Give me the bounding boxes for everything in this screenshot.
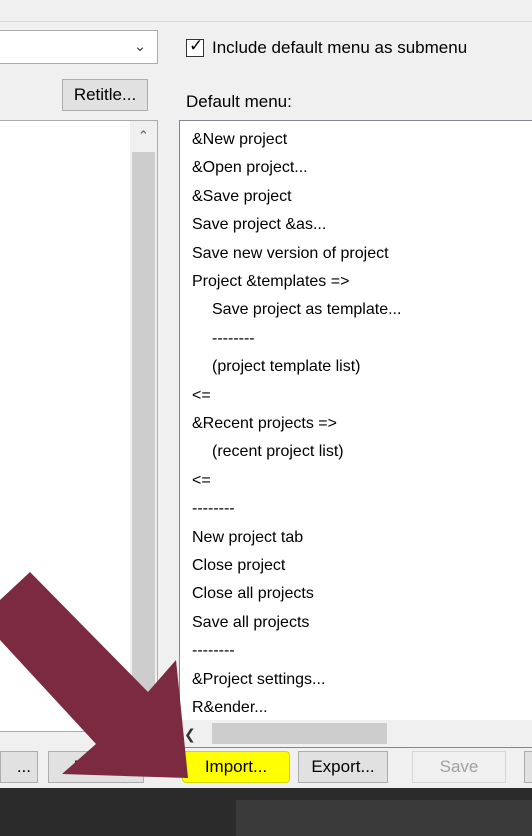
left-list-scroll-thumb[interactable] bbox=[132, 152, 155, 692]
default-menu-item[interactable]: &Save project bbox=[192, 187, 292, 207]
default-menu-item[interactable]: Save project &as... bbox=[192, 215, 326, 235]
scroll-down-arrow-icon[interactable]: ⌄ bbox=[130, 696, 157, 712]
retitle-button[interactable]: Retitle... bbox=[62, 79, 148, 111]
default-menu-item[interactable]: Close project bbox=[192, 556, 285, 576]
ellipsis-button[interactable]: ... bbox=[0, 751, 38, 783]
default-menu-item[interactable]: &Project settings... bbox=[192, 670, 325, 690]
default-menu-item[interactable]: Save all projects bbox=[192, 613, 309, 633]
default-menu-hscroll-thumb[interactable] bbox=[212, 723, 387, 744]
default-menu-item[interactable]: &New project bbox=[192, 130, 287, 150]
bottom-dark-strip-panel bbox=[236, 800, 532, 836]
default-menu-item[interactable]: &Open project... bbox=[192, 158, 308, 178]
default-menu-item[interactable]: &Recent projects => bbox=[192, 414, 337, 434]
import-button[interactable]: Import... bbox=[182, 751, 290, 783]
partial-button[interactable] bbox=[524, 751, 532, 783]
default-menu-item[interactable]: New project tab bbox=[192, 528, 303, 548]
default-menu-item[interactable]: -------- bbox=[212, 329, 255, 349]
default-menu-item[interactable]: Save new version of project bbox=[192, 244, 389, 264]
checkmark-icon: ✓ bbox=[189, 36, 204, 55]
default-menu-item[interactable]: -------- bbox=[192, 641, 235, 661]
default-menu-item[interactable]: (recent project list) bbox=[212, 442, 344, 462]
default-menu-item[interactable]: (project template list) bbox=[212, 357, 361, 377]
default-menu-item[interactable]: Close all projects bbox=[192, 584, 314, 604]
reset-button[interactable]: Reset bbox=[48, 751, 144, 783]
chevron-down-icon[interactable]: ⌄ bbox=[130, 38, 150, 56]
export-button[interactable]: Export... bbox=[298, 751, 388, 783]
default-menu-item[interactable]: R&ender... bbox=[192, 698, 268, 718]
include-default-menu-label: Include default menu as submenu bbox=[212, 38, 468, 57]
save-button[interactable]: Save bbox=[412, 751, 506, 783]
default-menu-item[interactable]: <= bbox=[192, 386, 211, 406]
scroll-left-arrow-icon[interactable]: ❮ bbox=[184, 722, 206, 746]
scroll-up-arrow-icon[interactable]: ⌃ bbox=[130, 128, 157, 144]
default-menu-item[interactable]: -------- bbox=[192, 499, 235, 519]
default-menu-item[interactable]: Save project as template... bbox=[212, 300, 401, 320]
top-band bbox=[0, 0, 532, 22]
default-menu-label: Default menu: bbox=[186, 92, 292, 111]
default-menu-item[interactable]: Project &templates => bbox=[192, 272, 349, 292]
default-menu-item[interactable]: <= bbox=[192, 471, 211, 491]
